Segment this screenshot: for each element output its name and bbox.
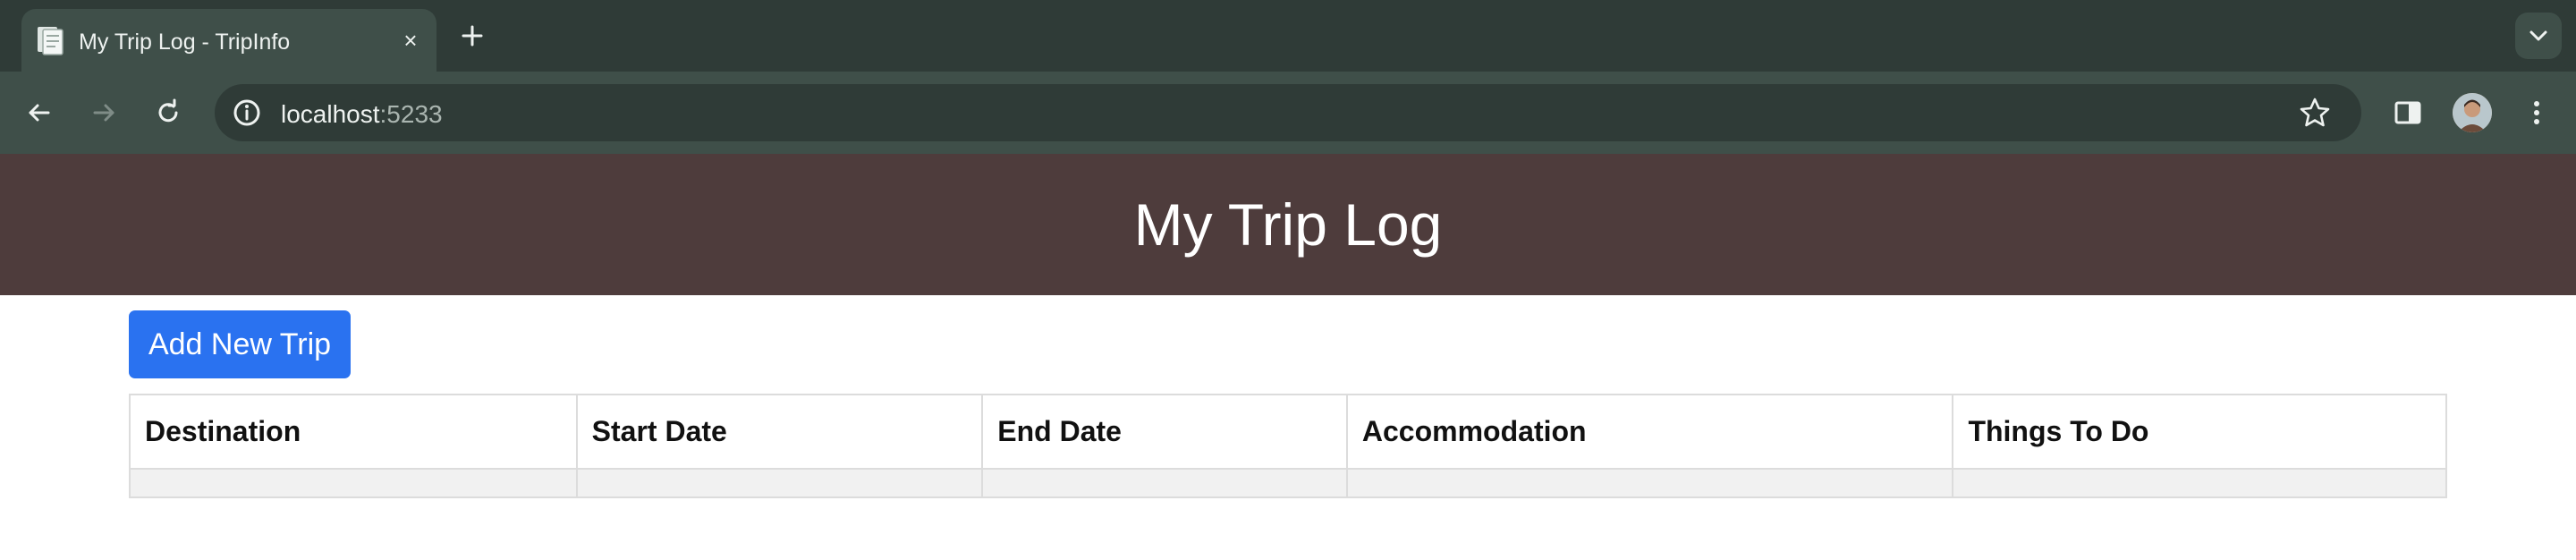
- close-tab-icon[interactable]: ×: [395, 25, 426, 55]
- page-header: My Trip Log: [0, 154, 2576, 295]
- table-row: [129, 468, 2447, 498]
- site-info-icon[interactable]: [229, 95, 265, 131]
- url-host: localhost: [281, 100, 380, 128]
- table-cell: [1345, 468, 1954, 498]
- side-panel-icon: [2394, 101, 2421, 124]
- tab-strip: My Trip Log - TripInfo ×: [0, 0, 2576, 72]
- more-vert-icon: [2534, 101, 2539, 124]
- back-arrow-icon: [29, 104, 50, 122]
- forward-button[interactable]: [82, 91, 125, 134]
- chevron-down-icon: [2529, 30, 2547, 41]
- column-header-accommodation: Accommodation: [1345, 394, 1954, 470]
- profile-avatar[interactable]: [2453, 93, 2492, 132]
- column-header-start-date: Start Date: [575, 394, 984, 470]
- add-new-trip-button[interactable]: Add New Trip: [129, 310, 351, 378]
- url-port: :5233: [379, 100, 443, 128]
- table-cell: [1952, 468, 2447, 498]
- table-cell: [129, 468, 578, 498]
- trip-table: Destination Start Date End Date Accommod…: [129, 394, 2447, 498]
- document-icon: [36, 25, 64, 55]
- column-header-end-date: End Date: [981, 394, 1348, 470]
- side-panel-button[interactable]: [2386, 91, 2429, 134]
- reload-icon: [158, 98, 178, 123]
- url-text: localhost:5233: [281, 100, 443, 129]
- avatar-icon: [2453, 93, 2492, 132]
- bookmark-star-icon[interactable]: [2297, 95, 2333, 131]
- column-header-things-to-do: Things To Do: [1952, 394, 2447, 470]
- browser-toolbar: localhost:5233: [0, 72, 2576, 154]
- address-bar[interactable]: localhost:5233: [215, 84, 2361, 141]
- tab-title: My Trip Log - TripInfo: [79, 30, 291, 55]
- browser-tab[interactable]: My Trip Log - TripInfo ×: [21, 9, 436, 72]
- new-tab-icon[interactable]: [456, 20, 488, 52]
- page-title: My Trip Log: [1133, 191, 1443, 258]
- table-cell: [981, 468, 1348, 498]
- column-header-destination: Destination: [129, 394, 578, 470]
- table-cell: [575, 468, 984, 498]
- menu-button[interactable]: [2515, 91, 2558, 134]
- forward-arrow-icon: [93, 104, 114, 122]
- table-header-row: Destination Start Date End Date Accommod…: [129, 394, 2447, 470]
- reload-button[interactable]: [147, 91, 190, 134]
- tab-search-button[interactable]: [2515, 13, 2562, 59]
- back-button[interactable]: [18, 91, 61, 134]
